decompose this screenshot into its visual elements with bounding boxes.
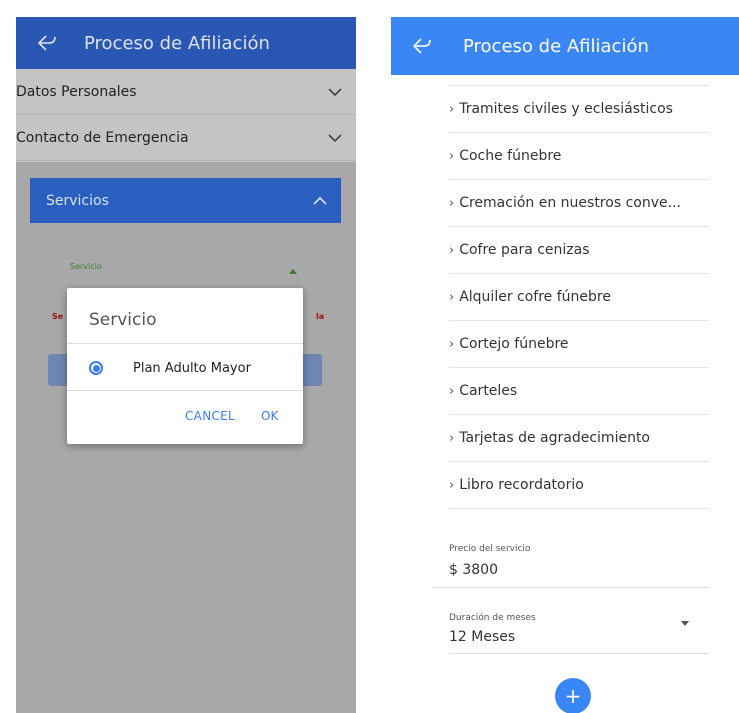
chevron-right-icon: › (449, 195, 455, 211)
accordion-datos-personales[interactable]: Datos Personales (16, 69, 356, 115)
list-item[interactable]: › Cremación en nuestros conve... (449, 180, 709, 227)
back-icon[interactable] (32, 31, 62, 55)
accordion-label: Contacto de Emergencia (16, 129, 189, 146)
list-item[interactable]: › Alquiler cofre fúnebre (449, 274, 709, 321)
right-app-header: Proceso de Afiliación (391, 17, 739, 75)
left-page-title: Proceso de Afiliación (84, 32, 270, 54)
chevron-down-icon (328, 87, 342, 96)
divider (67, 343, 303, 344)
accordion-label: Datos Personales (16, 83, 137, 100)
dropdown-arrow-icon[interactable] (289, 269, 297, 274)
chevron-up-icon (313, 196, 327, 205)
list-item-label: Cofre para cenizas (459, 242, 590, 258)
right-page-title: Proceso de Afiliación (463, 35, 649, 57)
radio-option[interactable]: Plan Adulto Mayor (67, 346, 303, 390)
chevron-right-icon: › (449, 242, 455, 258)
list-item-label: Carteles (459, 383, 518, 399)
accordion-contacto-emergencia[interactable]: Contacto de Emergencia (16, 115, 356, 161)
chevron-right-icon: › (449, 383, 455, 399)
chevron-right-icon: › (449, 336, 455, 352)
list-item-label: Libro recordatorio (459, 477, 584, 493)
left-app-header: Proceso de Afiliación (16, 17, 356, 69)
chevron-right-icon: › (449, 430, 455, 446)
chevron-right-icon: › (449, 477, 455, 493)
list-item[interactable]: › Tarjetas de agradecimiento (449, 415, 709, 462)
price-value: $ 3800 (449, 562, 498, 578)
ok-button[interactable]: OK (261, 409, 278, 423)
chevron-right-icon: › (449, 101, 455, 117)
list-item[interactable]: › Cortejo fúnebre (449, 321, 709, 368)
accordion-servicios[interactable]: Servicios (30, 178, 341, 223)
list-item[interactable]: › Cofre para cenizas (449, 227, 709, 274)
list-item[interactable]: › Libro recordatorio (449, 462, 709, 509)
list-item-label: Tarjetas de agradecimiento (459, 430, 650, 446)
servicio-dialog: Servicio Plan Adulto Mayor CANCEL OK (67, 288, 303, 444)
list-item[interactable]: › Coche fúnebre (449, 133, 709, 180)
list-item-label: Coche fúnebre (459, 148, 562, 164)
radio-selected-icon[interactable] (89, 361, 103, 375)
list-item-label: Cortejo fúnebre (459, 336, 569, 352)
list-item-label: Alquiler cofre fúnebre (459, 289, 611, 305)
chevron-down-icon (328, 133, 342, 142)
divider (67, 390, 303, 391)
dropdown-arrow-icon[interactable] (681, 621, 689, 626)
accordion-label: Servicios (46, 192, 109, 209)
chevron-right-icon: › (449, 289, 455, 305)
left-screen: Proceso de Afiliación Datos Personales C… (16, 17, 356, 713)
error-text: la (316, 312, 325, 321)
list-item-label: Tramites civiles y eclesiásticos (459, 101, 673, 117)
list-item-label: Cremación en nuestros conve... (459, 195, 681, 211)
duration-select[interactable]: 12 Meses (449, 629, 515, 645)
price-label: Precio del servicio (449, 544, 531, 554)
right-screen: Proceso de Afiliación › Tramites civiles … (391, 17, 739, 713)
dialog-title: Servicio (89, 310, 157, 330)
cancel-button[interactable]: CANCEL (185, 409, 235, 423)
add-button[interactable]: + (555, 678, 591, 713)
radio-option-label: Plan Adulto Mayor (133, 360, 251, 376)
divider (432, 587, 709, 588)
duration-label: Duración de meses (449, 613, 536, 623)
list-item[interactable]: › Tramites civiles y eclesiásticos (449, 86, 709, 133)
servicio-field-label: Servicio (70, 262, 102, 271)
list-item[interactable]: › Carteles (449, 368, 709, 415)
error-text: Se (52, 312, 64, 321)
divider (449, 653, 709, 654)
back-icon[interactable] (407, 34, 437, 58)
chevron-right-icon: › (449, 148, 455, 164)
